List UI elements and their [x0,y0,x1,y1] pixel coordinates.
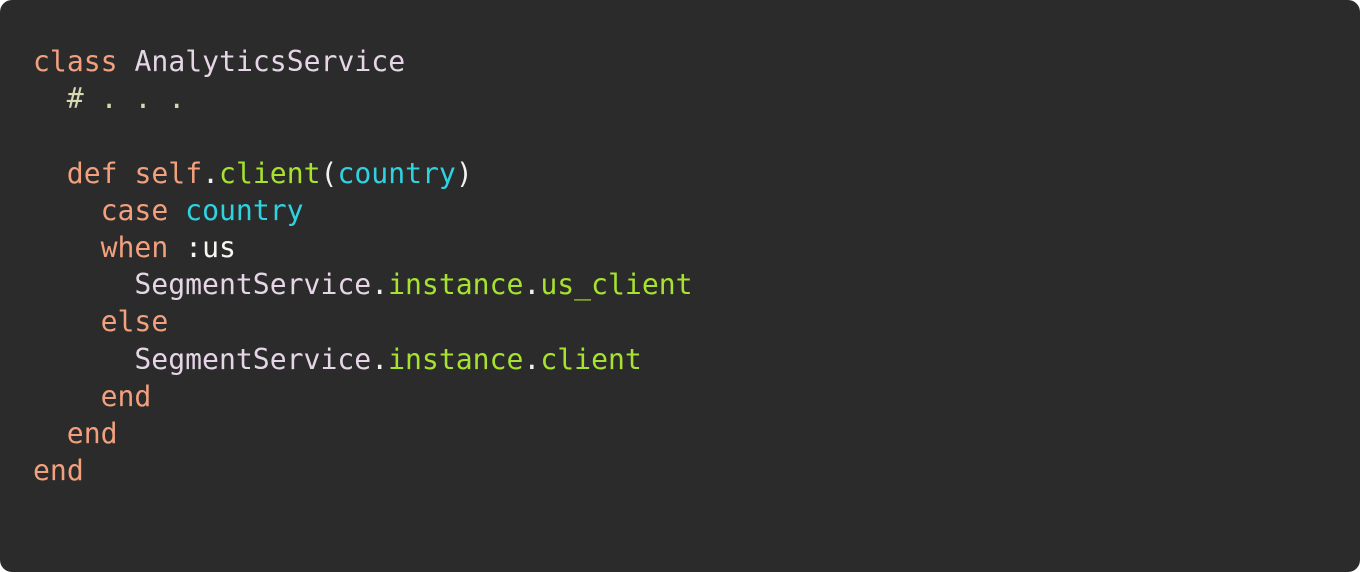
code-snippet-panel: class AnalyticsService # . . . def self.… [0,0,1360,572]
close-paren: ) [455,156,473,190]
code-line-7: SegmentService.instance.us_client [33,266,1360,303]
dot: . [202,156,220,190]
keyword-class: class [33,45,118,78]
symbol-us: :us [185,230,236,264]
code-line-2: # . . . [33,80,1360,117]
dot: . [523,268,541,302]
open-paren: ( [320,156,338,190]
code-line-1: class AnalyticsService [33,43,1360,80]
param-country: country [337,156,456,190]
code-line-4: def self.client(country) [33,155,1360,192]
code-line-6: when :us [33,229,1360,266]
code-line-11: end [33,415,1360,452]
method-name-client: client [219,156,321,190]
code-line-9: SegmentService.instance.client [33,341,1360,378]
keyword-def: def [66,156,118,190]
method-us-client: us_client [540,268,693,302]
constant-segment-service: SegmentService [134,342,372,376]
code-line-12: end [33,452,1360,489]
constant-segment-service: SegmentService [134,268,372,302]
code-comment: # . . . [66,82,186,116]
code-line-5: case country [33,192,1360,229]
keyword-when: when [100,230,169,264]
class-name: AnalyticsService [134,45,406,78]
method-instance: instance [388,342,524,376]
param-country-ref: country [185,193,304,227]
method-instance: instance [388,268,524,302]
self-keyword: self [134,156,203,190]
keyword-end-case: end [100,379,152,413]
code-line-3-blank [33,117,1360,154]
code-line-8: else [33,303,1360,340]
code-line-10: end [33,378,1360,415]
dot: . [371,342,389,376]
dot: . [523,342,541,376]
keyword-end-class: end [33,454,84,488]
dot: . [371,268,389,302]
method-client: client [540,342,642,376]
keyword-end-def: end [66,416,118,450]
keyword-else: else [100,305,169,339]
keyword-case: case [100,193,169,227]
